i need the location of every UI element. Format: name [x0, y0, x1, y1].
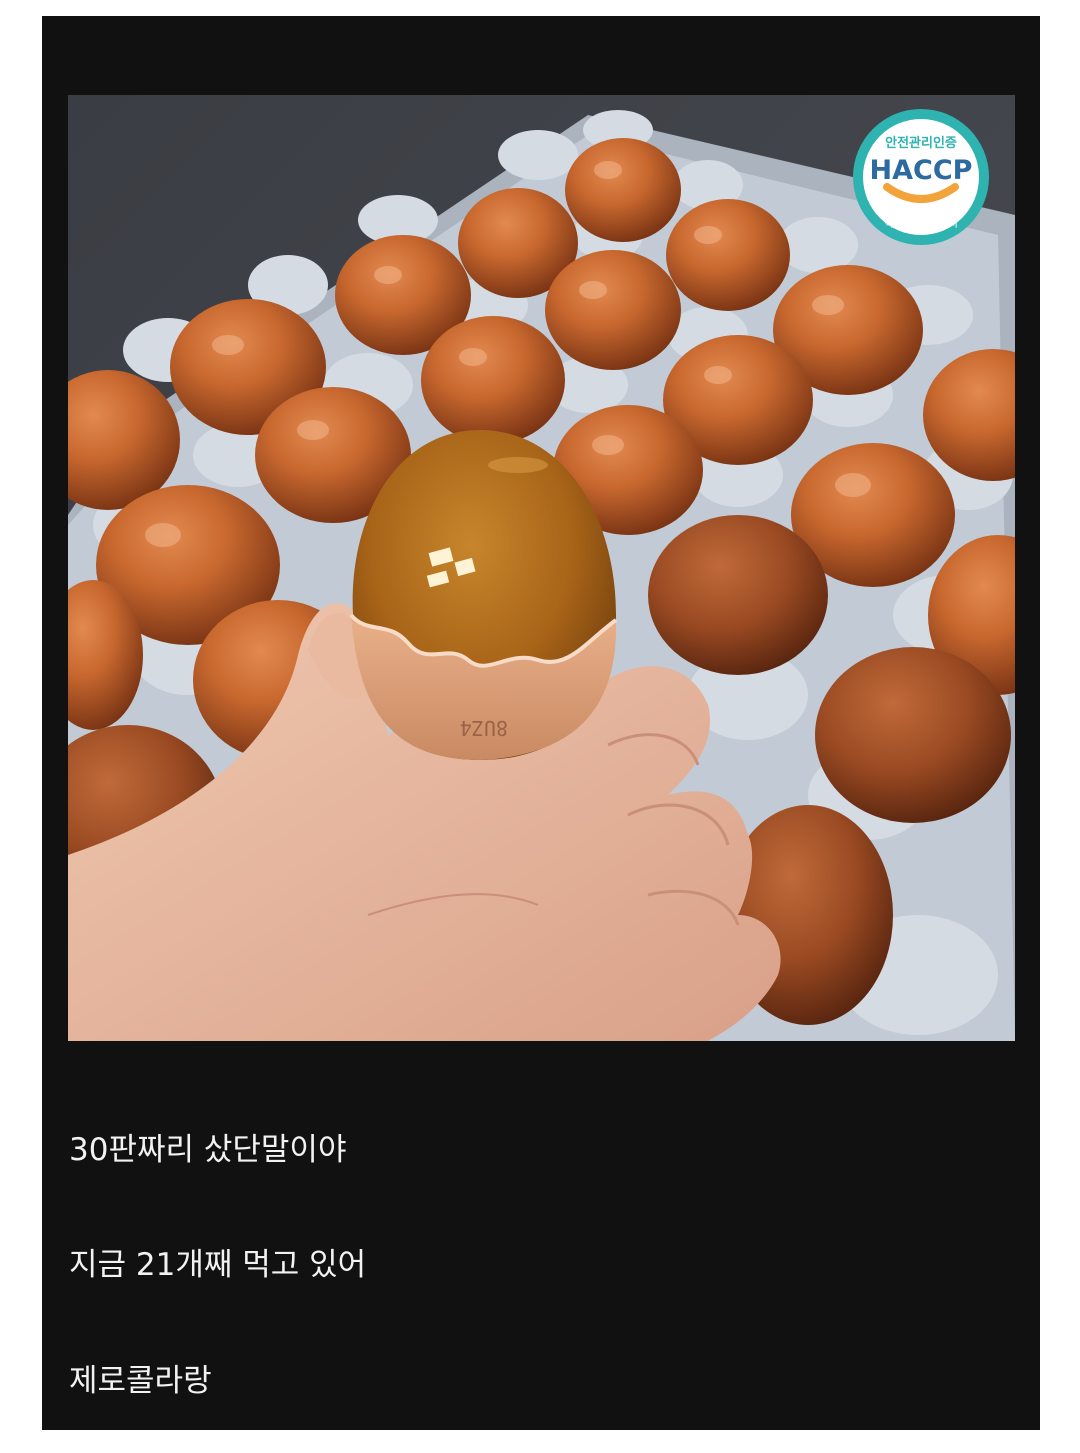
haccp-main-text: HACCP	[870, 155, 973, 186]
post-card: 8UZ4 안전관리인증 HACCP 식품의약품안전처 30판짜리 샀단말이야 지…	[42, 16, 1040, 1430]
post-line-1: 30판짜리 샀단말이야	[69, 1132, 347, 1168]
egg-stamp-text: 8UZ4	[460, 716, 508, 740]
post-line-2: 지금 21개째 먹고 있어	[69, 1247, 367, 1283]
post-line-3: 제로콜라랑	[69, 1363, 212, 1399]
haccp-badge: 안전관리인증 HACCP 식품의약품안전처	[851, 107, 991, 247]
haccp-bottom-text: 식품의약품안전처	[884, 218, 958, 230]
haccp-top-text: 안전관리인증	[885, 135, 957, 151]
post-image[interactable]: 8UZ4 안전관리인증 HACCP 식품의약품안전처	[68, 95, 1015, 1041]
